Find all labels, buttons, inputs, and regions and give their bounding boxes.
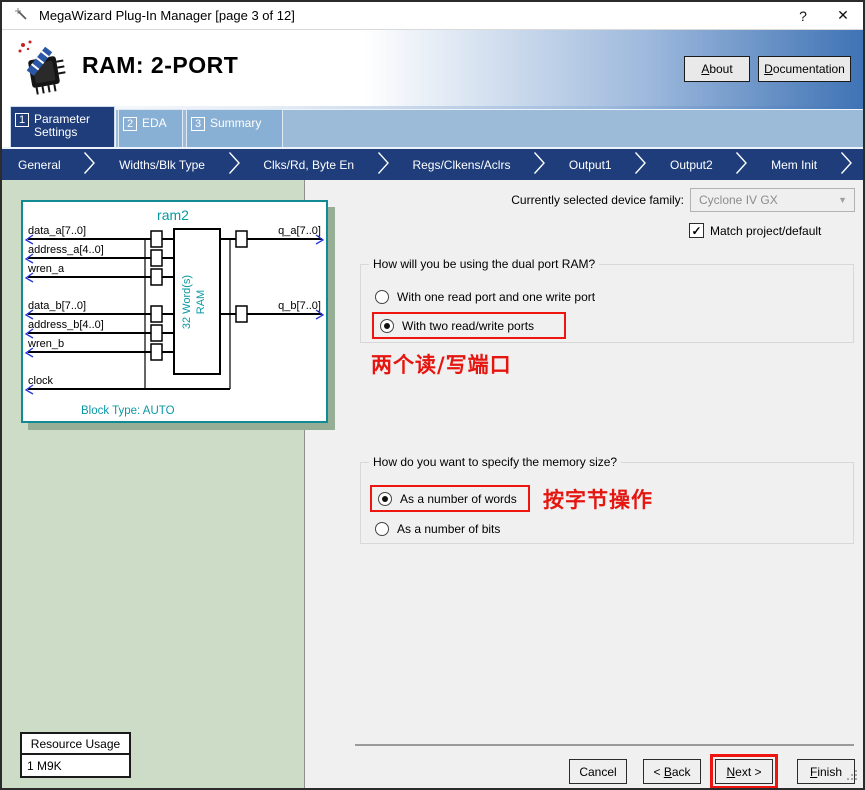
device-family-label: Currently selected device family: xyxy=(422,193,684,207)
ram-block-diagram: ram2 xyxy=(21,200,328,423)
radio-number-of-words[interactable]: As a number of words xyxy=(378,492,517,506)
resize-grip[interactable] xyxy=(845,768,858,784)
match-project-checkbox[interactable]: ✓ xyxy=(689,223,704,238)
chevron-right-icon xyxy=(634,151,647,178)
diagram-depth-label: 32 Word(s) xyxy=(181,275,193,329)
step-output1[interactable]: Output1 xyxy=(569,158,612,172)
close-icon[interactable]: ✕ xyxy=(823,3,863,29)
chevron-right-icon xyxy=(83,151,96,178)
page-title: RAM: 2-PORT xyxy=(82,52,238,79)
next-button[interactable]: Next > xyxy=(715,759,773,784)
match-project-default-row[interactable]: ✓ Match project/default xyxy=(689,223,821,238)
port-label: address_a[4..0] xyxy=(28,244,104,256)
wizard-wand-icon xyxy=(14,7,29,25)
diagram-module-name: ram2 xyxy=(157,207,189,223)
tab-number-badge: 2 xyxy=(123,117,137,131)
port-label: data_b[7..0] xyxy=(28,300,86,312)
radio-one-read-one-write[interactable]: With one read port and one write port xyxy=(375,290,595,304)
port-label: address_b[4..0] xyxy=(28,319,104,331)
tab-eda[interactable]: 2 EDA xyxy=(118,109,183,147)
back-button[interactable]: < Back xyxy=(643,759,701,784)
radio-selected-icon[interactable] xyxy=(380,319,394,333)
tab-parameter-settings[interactable]: 1 Parameter Settings xyxy=(10,106,115,147)
cancel-button[interactable]: Cancel xyxy=(569,759,627,784)
memory-size-title: How do you want to specify the memory si… xyxy=(369,455,621,469)
block-type-label: Block Type: AUTO xyxy=(81,405,175,417)
chevron-right-icon xyxy=(533,151,546,178)
step-widths-blk-type[interactable]: Widths/Blk Type xyxy=(119,158,205,172)
resource-usage-value: 1 M9K xyxy=(22,755,129,776)
chevron-right-icon xyxy=(228,151,241,178)
dropdown-arrow-icon: ▼ xyxy=(838,195,847,205)
diagram-ram-label: RAM xyxy=(195,290,207,314)
dual-port-usage-title: How will you be using the dual port RAM? xyxy=(369,257,599,271)
megafunction-chip-icon xyxy=(16,38,72,101)
documentation-button[interactable]: Documentation xyxy=(758,56,851,82)
wizard-header: RAM: 2-PORT About Documentation xyxy=(2,30,863,106)
annotation-box-two-read-write: With two read/write ports xyxy=(372,312,566,339)
wizard-step-bar: General Widths/Blk Type Clks/Rd, Byte En… xyxy=(2,147,863,180)
port-label: wren_b xyxy=(27,338,64,350)
annotation-box-next: Next > xyxy=(710,754,778,789)
annotation-two-ports-chinese: 两个读/写端口 xyxy=(371,349,512,379)
resource-usage-table: Resource Usage 1 M9K xyxy=(20,732,131,778)
button-separator xyxy=(355,744,854,747)
step-general[interactable]: General xyxy=(18,158,61,172)
dual-port-usage-group: How will you be using the dual port RAM?… xyxy=(360,264,854,343)
radio-icon[interactable] xyxy=(375,290,389,304)
port-label: clock xyxy=(28,375,54,387)
radio-selected-icon[interactable] xyxy=(378,492,392,506)
chevron-right-icon xyxy=(377,151,390,178)
tab-bar: 1 Parameter Settings 2 EDA 3 Summary xyxy=(2,106,863,147)
step-clks-rd-byte-en[interactable]: Clks/Rd, Byte En xyxy=(263,158,354,172)
port-label: q_a[7..0] xyxy=(278,225,321,237)
step-regs-clkens-aclrs[interactable]: Regs/Clkens/Aclrs xyxy=(412,158,510,172)
megawizard-window: MegaWizard Plug-In Manager [page 3 of 12… xyxy=(0,0,865,790)
tab-number-badge: 3 xyxy=(191,117,205,131)
radio-number-of-bits[interactable]: As a number of bits xyxy=(375,522,500,536)
resource-usage-header: Resource Usage xyxy=(22,734,129,755)
match-project-label: Match project/default xyxy=(710,224,821,238)
window-title: MegaWizard Plug-In Manager [page 3 of 12… xyxy=(39,8,295,23)
port-label: wren_a xyxy=(27,263,65,275)
chevron-right-icon xyxy=(735,151,748,178)
about-button[interactable]: About xyxy=(684,56,750,82)
port-label: data_a[7..0] xyxy=(28,225,86,237)
radio-two-read-write-ports[interactable]: With two read/write ports xyxy=(380,319,534,333)
step-output2[interactable]: Output2 xyxy=(670,158,713,172)
help-icon[interactable]: ? xyxy=(783,3,823,29)
annotation-by-words-chinese: 按字节操作 xyxy=(543,484,653,514)
radio-icon[interactable] xyxy=(375,522,389,536)
title-bar: MegaWizard Plug-In Manager [page 3 of 12… xyxy=(2,2,863,30)
tab-summary[interactable]: 3 Summary xyxy=(186,109,283,147)
tab-number-badge: 1 xyxy=(15,113,29,127)
step-mem-init[interactable]: Mem Init xyxy=(771,158,817,172)
chevron-right-icon xyxy=(840,151,853,178)
device-family-value: Cyclone IV GX xyxy=(699,193,778,207)
annotation-box-number-of-words: As a number of words xyxy=(370,485,530,512)
check-icon: ✓ xyxy=(691,224,701,238)
port-label: q_b[7..0] xyxy=(278,300,321,312)
device-family-select[interactable]: Cyclone IV GX ▼ xyxy=(690,188,855,212)
